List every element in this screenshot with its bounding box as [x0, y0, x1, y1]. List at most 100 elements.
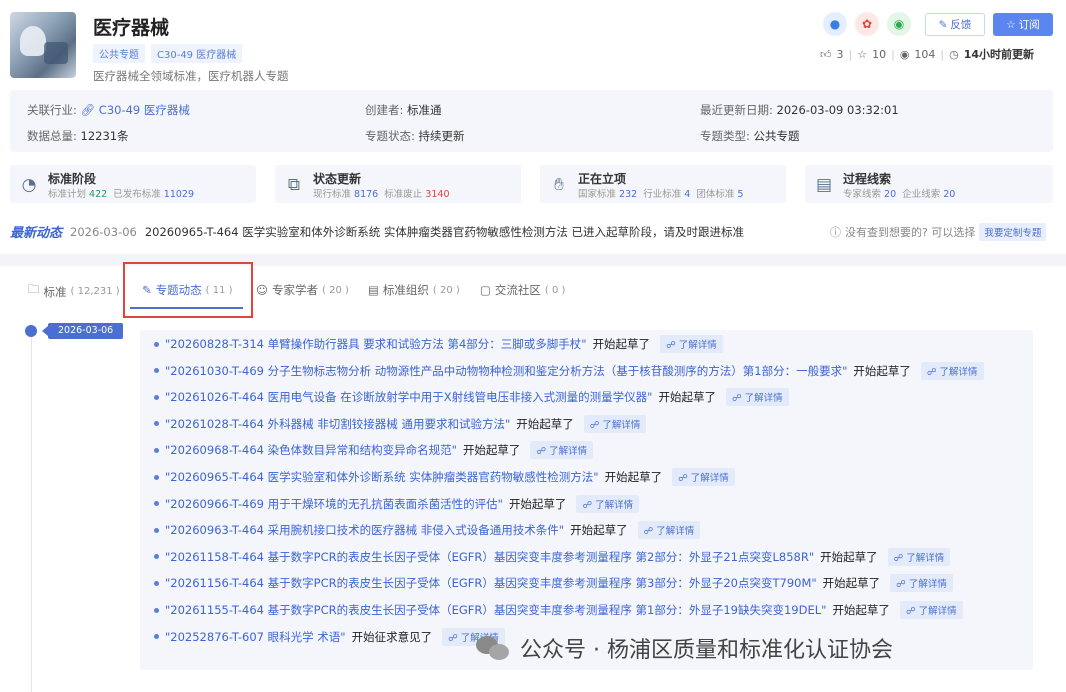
- list-item: "20260968-T-464 染色体数目异常和结构变异命名规范" 开始起草了 ☍ …: [154, 440, 594, 460]
- updated-time: 14小时前更新: [963, 48, 1035, 61]
- link-icon: ☍: [893, 552, 907, 564]
- link-icon: ☍: [448, 632, 461, 644]
- hand-icon: ✋︎: [554, 175, 564, 195]
- news-label: 最新动态: [10, 226, 63, 241]
- tab-standards[interactable]: 🗀︎ 标准( 12,231 ): [28, 282, 120, 301]
- standard-name[interactable]: "20261030-T-469 分子生物标志物分析 动物源性产品中动物物种检测和…: [165, 363, 847, 379]
- tab-community[interactable]: ▢ 交流社区( 0 ): [480, 282, 565, 298]
- list-item: "20261026-T-464 医用电气设备 在诊断放射学中用于X射线管电压非接…: [154, 387, 789, 407]
- link-icon: ☍: [678, 473, 691, 484]
- clue-icon: ▤: [815, 175, 833, 195]
- details-button[interactable]: ☍ 了解详情: [637, 521, 701, 540]
- list-item: "20260966-T-469 用于干燥环境的无孔抗菌表面杀菌活性的评估" 开始起…: [154, 494, 640, 514]
- details-button[interactable]: ☍ 了解详情: [890, 574, 953, 593]
- subscribe-button[interactable]: ☆ 订阅: [993, 13, 1053, 36]
- topic-tags: 公共专题 C30-49 医疗器械: [93, 44, 243, 63]
- topic-subtitle: 医疗器械全领域标准，医疗机器人专题: [93, 69, 289, 83]
- standard-action: 开始征求意见了: [351, 629, 433, 644]
- stat-cards: ◔ 标准阶段 标准计划 422 已发布标准 11029 ⧉ 状态更新 现行标准 …: [10, 165, 1053, 203]
- thumbs-up-icon[interactable]: 👍︎: [820, 48, 832, 61]
- standard-name[interactable]: "20252876-T-607 眼科光学 术语": [165, 629, 346, 645]
- standard-action: 开始起草了: [820, 549, 878, 564]
- eye-icon: ◉: [899, 47, 910, 61]
- details-button[interactable]: ☍ 了解详情: [660, 335, 723, 353]
- standard-action: 开始起草了: [462, 443, 521, 458]
- wechat-logo-icon: [476, 634, 512, 662]
- link-icon: 🔗︎: [80, 103, 96, 117]
- standard-name[interactable]: "20261155-T-464 基于数字PCR的表皮生长因子受体（EGFR）基因…: [165, 602, 826, 618]
- tab-organizations[interactable]: ▤ 标准组织( 20 ): [368, 282, 460, 298]
- tab-experts[interactable]: ☺ 专家学者( 20 ): [256, 282, 349, 298]
- standard-name[interactable]: "20260968-T-464 染色体数目异常和结构变异命名规范": [165, 442, 457, 458]
- link-icon: ☍: [643, 526, 657, 538]
- standard-name[interactable]: "20260963-T-464 采用腕机接口技术的医疗器械 非侵入式设备通用技术…: [165, 522, 564, 538]
- link-icon: ☍: [896, 579, 909, 591]
- standard-action: 开始起草了: [570, 523, 628, 538]
- bullet-icon: [154, 368, 159, 374]
- bullet-icon: [154, 447, 159, 453]
- details-button[interactable]: ☍ 了解详情: [583, 414, 647, 433]
- news-text[interactable]: 20260965-T-464 医学实验室和体外诊断系统 实体肿瘤类器官药物敏感性…: [145, 224, 744, 240]
- list-item: "20260828-T-314 单臂操作助行器具 要求和试验方法 第4部分：三脚…: [154, 334, 723, 354]
- standard-action: 开始起草了: [832, 603, 890, 617]
- link-icon: ☍: [926, 366, 940, 378]
- tag-public[interactable]: 公共专题: [93, 44, 145, 63]
- list-item: "20261156-T-464 基于数字PCR的表皮生长因子受体（EGFR）基因…: [154, 573, 953, 593]
- standard-name[interactable]: "20261026-T-464 医用电气设备 在诊断放射学中用于X射线管电压非接…: [165, 389, 652, 405]
- wechat-share-icon[interactable]: ◉: [887, 12, 911, 36]
- card-standard-stage[interactable]: ◔ 标准阶段 标准计划 422 已发布标准 11029: [10, 165, 256, 203]
- card-process-clues[interactable]: ▤ 过程线索 专家线索 20 企业线索 20: [805, 165, 1053, 203]
- edit-icon: ✎: [938, 18, 948, 31]
- details-button[interactable]: ☍ 了解详情: [887, 547, 951, 566]
- bullet-icon: [154, 634, 159, 640]
- qq-share-icon[interactable]: ●: [823, 12, 847, 36]
- custom-topic-button[interactable]: 我要定制专题: [979, 223, 1047, 241]
- weibo-share-icon[interactable]: ✿: [855, 12, 879, 36]
- details-button[interactable]: ☍ 了解详情: [725, 388, 789, 407]
- details-button[interactable]: ☍ 了解详情: [530, 441, 594, 460]
- standard-action: 开始起草了: [516, 416, 574, 431]
- tag-industry[interactable]: C30-49 医疗器械: [151, 44, 243, 63]
- standard-action: 开始起草了: [508, 496, 567, 511]
- standard-name[interactable]: "20260966-T-469 用于干燥环境的无孔抗菌表面杀菌活性的评估": [165, 496, 503, 512]
- feedback-button[interactable]: ✎ 反馈: [925, 13, 985, 36]
- standard-name[interactable]: "20261158-T-464 基于数字PCR的表皮生长因子受体（EGFR）基因…: [165, 549, 814, 565]
- link-icon: ☍: [666, 340, 679, 351]
- link-icon: ☍: [731, 393, 745, 405]
- tab-topic-news[interactable]: ✎ 专题动态( 11 ): [142, 282, 233, 298]
- bullet-icon: [154, 607, 159, 613]
- star-outline-icon[interactable]: ☆: [857, 48, 867, 61]
- bullet-icon: [154, 554, 159, 560]
- standard-name[interactable]: "20261028-T-464 外科器械 非切割铰接器械 通用要求和试验方法": [165, 416, 510, 432]
- last-update-field: 最近更新日期: 2026-03-09 03:32:01: [700, 103, 899, 117]
- list-item: "20252876-T-607 眼科光学 术语"开始征求意见了☍ 了解详情: [154, 627, 505, 647]
- standard-action: 开始起草了: [658, 390, 716, 405]
- standard-name[interactable]: "20260828-T-314 单臂操作助行器具 要求和试验方法 第4部分：三脚…: [165, 336, 587, 352]
- details-button[interactable]: ☍ 了解详情: [899, 601, 963, 619]
- card-status-update[interactable]: ⧉ 状态更新 现行标准 8176 标准废止 3140: [275, 165, 521, 203]
- details-button[interactable]: ☍ 了解详情: [576, 494, 640, 513]
- standard-action: 开始起草了: [822, 576, 881, 591]
- list-item: "20261155-T-464 基于数字PCR的表皮生长因子受体（EGFR）基因…: [154, 600, 963, 620]
- bullet-icon: [154, 501, 159, 507]
- bullet-icon: [154, 580, 159, 586]
- chat-icon: ▢: [480, 283, 491, 297]
- help-hint: ⓘ 没有查到想要的? 可以选择 我要定制专题: [830, 223, 1047, 241]
- clock-icon: ◷: [949, 47, 959, 61]
- latest-news[interactable]: 最新动态 2026-03-06 20260965-T-464 医学实验室和体外诊…: [10, 222, 744, 242]
- details-button[interactable]: ☍ 了解详情: [920, 361, 984, 380]
- standard-name[interactable]: "20261156-T-464 基于数字PCR的表皮生长因子受体（EGFR）基因…: [165, 575, 817, 591]
- industry-link[interactable]: C30-49 医疗器械: [99, 103, 190, 117]
- card-in-progress[interactable]: ✋︎ 正在立项 国家标准 232 行业标准 4 团体标准 5: [540, 165, 786, 203]
- details-button[interactable]: ☍ 了解详情: [672, 468, 735, 486]
- list-item: "20261030-T-469 分子生物标志物分析 动物源性产品中动物物种检测和…: [154, 361, 984, 381]
- industry-field: 关联行业: 🔗︎ C30-49 医疗器械: [27, 103, 190, 117]
- list-item: "20260963-T-464 采用腕机接口技术的医疗器械 非侵入式设备通用技术…: [154, 520, 701, 540]
- standard-name[interactable]: "20260965-T-464 医学实验室和体外诊断系统 实体肿瘤类器官药物敏感…: [165, 469, 599, 485]
- user-icon: ☺: [256, 283, 268, 297]
- topic-stats: 👍︎ 3 | ☆ 10 | ◉ 104 | ◷ 14小时前更新: [820, 47, 1035, 62]
- bullet-icon: [154, 527, 159, 533]
- topic-info-panel: 关联行业: 🔗︎ C30-49 医疗器械 创建者: 标准通 最近更新日期: 20…: [10, 90, 1053, 152]
- timeline-list: "20260828-T-314 单臂操作助行器具 要求和试验方法 第4部分：三脚…: [140, 330, 1033, 670]
- pie-chart-icon: ◔: [21, 175, 37, 195]
